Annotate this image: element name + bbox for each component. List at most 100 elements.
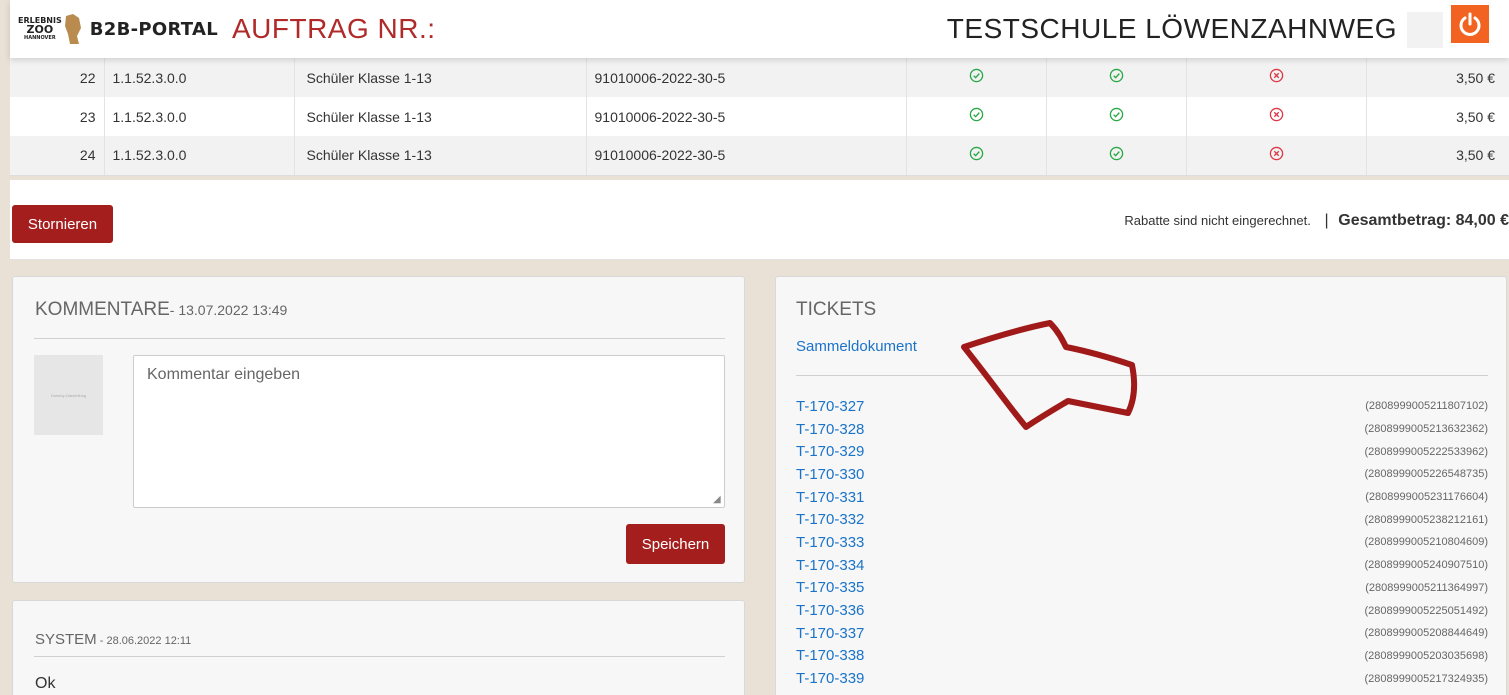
row-status-cell [906,97,1047,136]
row-price: 3,50 € [1366,97,1509,136]
row-status-cell [906,58,1047,97]
list-item: T-170-330 (2808999005226548735) [796,463,1488,486]
table-row: 24 1.1.52.3.0.0 Schüler Klasse 1-13 9101000… [10,136,1509,176]
ticket-barcode: (2808999005226548735) [1364,468,1488,481]
save-comment-button[interactable]: Speichern [626,524,725,564]
logo-line2: ZOO [26,22,54,36]
list-item: T-170-334 (2808999005240907510) [796,554,1488,577]
hand-drawn-arrow-icon [961,320,1138,430]
top-header: ERLEBNIS ZOO HANNOVER B2B-PORTAL AUFTRAG… [10,0,1509,58]
collection-document-link[interactable]: Sammeldokument [796,338,917,355]
row-number: 22 [10,58,105,97]
discount-note: Rabatte sind nicht eingerechnet. [1124,213,1311,228]
ticket-barcode: (2808999005231176604) [1365,491,1488,504]
ticket-link[interactable]: T-170-332 [796,511,864,528]
x-circle-icon [1269,68,1284,87]
ticket-link[interactable]: T-170-330 [796,466,864,483]
system-title: SYSTEM - 28.06.2022 12:11 [35,628,191,650]
row-ticket-type: Schüler Klasse 1-13 [294,136,587,176]
ticket-link[interactable]: T-170-327 [796,398,864,415]
avatar: Dummy-Darstellung [34,355,103,435]
row-status-cell [1186,58,1367,97]
avatar-text: Dummy-Darstellung [50,392,87,398]
table-row: 23 1.1.52.3.0.0 Schüler Klasse 1-13 9101000… [10,97,1509,136]
row-status-cell [1046,58,1187,97]
zoo-logo[interactable]: ERLEBNIS ZOO HANNOVER [18,12,82,46]
ticket-link[interactable]: T-170-333 [796,534,864,551]
ticket-barcode: (2808999005213632362) [1364,423,1488,436]
list-item: T-170-337 (2808999005208844649) [796,622,1488,645]
row-status-cell [1186,97,1367,136]
ticket-link[interactable]: T-170-328 [796,421,864,438]
check-circle-icon [1109,146,1124,165]
row-article-number: 91010006-2022-30-5 [586,58,907,97]
row-code: 1.1.52.3.0.0 [104,97,295,136]
system-timestamp: - 28.06.2022 12:11 [96,635,192,647]
comments-timestamp: - 13.07.2022 13:49 [169,302,288,318]
x-circle-icon [1269,146,1284,165]
ticket-barcode: (2808999005240907510) [1364,559,1488,572]
school-name: TESTSCHULE LÖWENZAHNWEG [946,13,1397,44]
check-circle-icon [969,107,984,126]
ticket-link[interactable]: T-170-338 [796,647,864,664]
power-icon [1459,12,1481,36]
row-number: 24 [10,136,105,176]
x-circle-icon [1269,107,1284,126]
tickets-title: TICKETS [796,299,877,320]
ticket-link[interactable]: T-170-337 [796,625,864,642]
logo-line3: HANNOVER [24,34,56,41]
comments-panel: KOMMENTARE- 13.07.2022 13:49 Dummy-Darst… [12,276,745,583]
cancel-order-button[interactable]: Stornieren [12,205,113,243]
ticket-link[interactable]: T-170-329 [796,443,864,460]
header-placeholder-box[interactable] [1407,12,1443,48]
check-circle-icon [1109,107,1124,126]
row-number: 23 [10,97,105,136]
row-status-cell [1186,136,1367,176]
system-message: Ok [35,675,56,692]
lion-silhouette-icon [64,14,81,44]
order-summary: Rabatte sind nicht eingerechnet. | Gesam… [1124,212,1509,230]
row-article-number: 91010006-2022-30-5 [586,136,907,176]
list-item: T-170-331 (2808999005231176604) [796,486,1488,509]
logout-button[interactable] [1451,5,1489,43]
ticket-barcode: (2808999005211364997) [1365,581,1488,594]
list-item: T-170-336 (2808999005225051492) [796,599,1488,622]
row-article-number: 91010006-2022-30-5 [586,97,907,136]
list-item: T-170-338 (2808999005203035698) [796,645,1488,668]
ticket-barcode: (2808999005238212161) [1364,513,1488,526]
check-circle-icon [1109,68,1124,87]
ticket-barcode: (2808999005222533962) [1364,445,1488,458]
ticket-link[interactable]: T-170-334 [796,557,864,574]
ticket-barcode: (2808999005203035698) [1364,649,1488,662]
row-price: 3,50 € [1366,58,1509,97]
row-code: 1.1.52.3.0.0 [104,58,295,97]
ticket-link[interactable]: T-170-339 [796,670,864,687]
ticket-link[interactable]: T-170-331 [796,489,864,506]
system-divider [34,656,725,657]
row-status-cell [906,136,1047,176]
comments-divider [34,338,725,339]
logo-text: ERLEBNIS ZOO HANNOVER [18,16,62,43]
table-row: 22 1.1.52.3.0.0 Schüler Klasse 1-13 9101000… [10,58,1509,97]
ticket-barcode: (2808999005210804609) [1364,536,1488,549]
ticket-link[interactable]: T-170-335 [796,579,864,596]
order-title: AUFTRAG NR.: [231,13,436,44]
list-item: T-170-333 (2808999005210804609) [796,531,1488,554]
ticket-link[interactable]: T-170-336 [796,602,864,619]
resize-grip-icon[interactable]: ◢ [713,494,721,505]
summary-separator: | [1324,212,1329,229]
row-status-cell [1046,97,1187,136]
comment-input[interactable] [133,355,725,508]
list-item: T-170-329 (2808999005222533962) [796,440,1488,463]
system-panel: SYSTEM - 28.06.2022 12:11 Ok [12,600,745,695]
row-ticket-type: Schüler Klasse 1-13 [294,58,587,97]
check-circle-icon [969,146,984,165]
ticket-barcode: (2808999005208844649) [1364,627,1488,640]
row-code: 1.1.52.3.0.0 [104,136,295,176]
ticket-barcode: (2808999005217324935) [1364,672,1488,685]
row-price: 3,50 € [1366,136,1509,176]
list-item: T-170-335 (2808999005211364997) [796,577,1488,600]
system-heading: SYSTEM [35,631,97,648]
row-ticket-type: Schüler Klasse 1-13 [294,97,587,136]
list-item: T-170-332 (2808999005238212161) [796,508,1488,531]
